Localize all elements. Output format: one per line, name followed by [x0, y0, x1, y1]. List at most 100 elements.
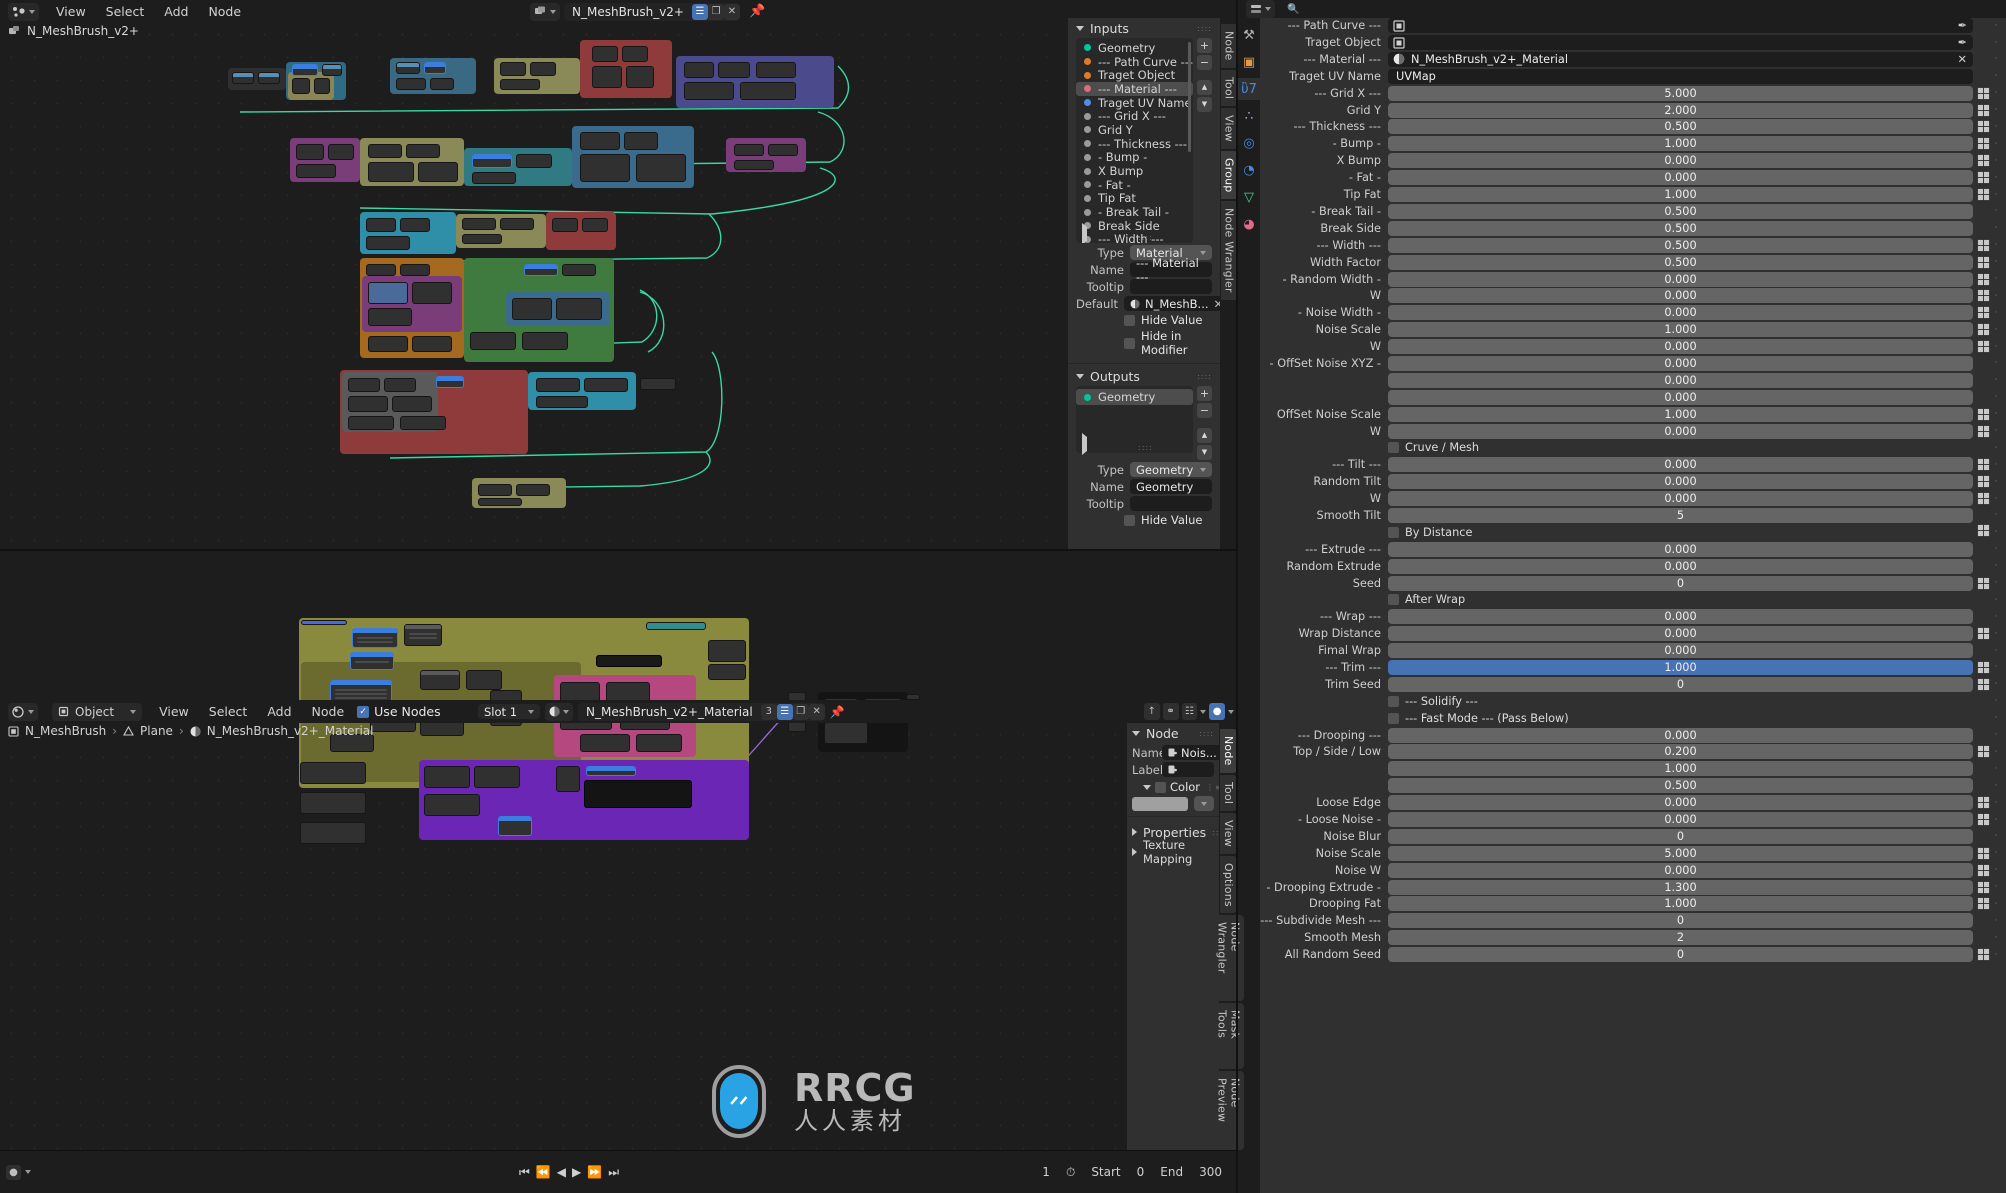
animate-property-icon[interactable] — [1977, 661, 1990, 674]
node[interactable] — [412, 336, 452, 352]
node[interactable] — [684, 62, 714, 78]
animate-property-icon[interactable] — [1977, 188, 1990, 201]
property-number-field[interactable]: 0.200 — [1388, 744, 1973, 760]
particle-properties-tab[interactable]: ∴ — [1238, 105, 1260, 127]
property-decorator[interactable]: · — [1992, 899, 2000, 909]
property-row[interactable]: 0.500 · — [1260, 778, 2000, 794]
animate-property-icon[interactable] — [1977, 475, 1990, 488]
property-text-field[interactable]: UVMap — [1388, 68, 1973, 84]
property-row[interactable]: Random Extrude 0.000 · — [1260, 558, 2000, 574]
animate-property-icon[interactable] — [1977, 864, 1990, 877]
node[interactable] — [768, 144, 798, 156]
property-number-field[interactable]: 0.000 — [1388, 457, 1973, 473]
list-item[interactable]: Tip Fat — [1076, 191, 1193, 205]
list-item[interactable]: Break Side — [1076, 219, 1193, 233]
node[interactable] — [368, 282, 408, 304]
node[interactable] — [424, 62, 446, 74]
property-number-field[interactable]: 5.000 — [1388, 85, 1973, 101]
node[interactable] — [296, 164, 336, 178]
play-reverse-icon[interactable]: ◀ — [557, 1165, 566, 1179]
area-splitter-vertical[interactable] — [1236, 0, 1238, 1193]
shader-editor-type-selector[interactable] — [8, 702, 38, 721]
list-item[interactable]: X Bump — [1076, 164, 1193, 178]
modifier-properties-panel[interactable]: --- Path Curve --- ✒ · Traget Object ✒ · --- M… — [1260, 18, 2006, 1193]
property-decorator[interactable]: · — [1992, 578, 2000, 588]
shader-node-graph[interactable] — [0, 618, 1127, 1150]
node-color-row[interactable]: Color ⋮≡ — [1143, 780, 1222, 794]
property-decorator[interactable]: · — [1992, 308, 2000, 318]
shader-n-panel[interactable]: Node :::: Name: Nois... Label: Color ⋮≡ — [1127, 723, 1226, 1150]
list-item[interactable]: - Break Tail - — [1076, 205, 1193, 219]
node[interactable] — [624, 132, 658, 150]
node[interactable] — [556, 298, 602, 320]
object-properties-tab[interactable]: ▣ — [1238, 51, 1260, 73]
animate-property-icon[interactable] — [1977, 256, 1990, 269]
node[interactable] — [314, 78, 330, 94]
property-number-field[interactable]: 0.000 — [1388, 288, 1973, 304]
property-row[interactable]: Noise Scale 5.000 · — [1260, 845, 2000, 861]
node[interactable] — [292, 78, 310, 94]
animate-property-icon[interactable] — [1977, 87, 1990, 100]
node[interactable] — [400, 416, 446, 430]
node[interactable] — [708, 664, 746, 680]
node[interactable] — [718, 62, 750, 78]
property-row[interactable]: - Break Tail - 0.500 · — [1260, 203, 2000, 219]
node[interactable] — [368, 144, 402, 158]
property-row[interactable]: - Noise Width - 0.000 · — [1260, 305, 2000, 321]
animate-property-icon[interactable] — [1977, 678, 1990, 691]
list-item[interactable]: --- Width --- — [1076, 232, 1193, 243]
shader-menu-select[interactable]: Select — [206, 703, 251, 720]
node[interactable] — [300, 822, 366, 844]
property-row[interactable]: Seed 0 · — [1260, 575, 2000, 591]
node[interactable] — [734, 144, 764, 156]
property-number-field[interactable]: 1.000 — [1388, 322, 1973, 338]
material-id-block[interactable]: N_MeshBrush_v2+_Material 3 ☰ ❐ ✕ — [578, 702, 825, 721]
list-expand-arrow[interactable] — [1082, 433, 1087, 455]
node[interactable] — [322, 64, 342, 76]
output-type-dropdown[interactable]: Geometry — [1130, 462, 1212, 477]
node[interactable] — [552, 218, 578, 232]
property-row[interactable]: OffSet Noise Scale 1.000 · — [1260, 406, 2000, 422]
output-tooltip-row[interactable]: Tooltip — [1076, 496, 1212, 511]
property-row[interactable]: - OffSet Noise XYZ - 0.000 · — [1260, 355, 2000, 371]
property-row[interactable]: Noise Scale 1.000 · — [1260, 322, 2000, 338]
node[interactable] — [580, 132, 620, 150]
property-row[interactable]: - Drooping Extrude - 1.300 · — [1260, 879, 2000, 895]
node[interactable] — [500, 79, 540, 90]
node[interactable] — [734, 160, 774, 170]
property-number-field[interactable]: 0.000 — [1388, 339, 1973, 355]
property-number-field[interactable]: 0 — [1388, 575, 1973, 591]
hide-value-row[interactable]: Hide Value — [1124, 313, 1212, 327]
property-row[interactable]: --- Width --- 0.500 · — [1260, 237, 2000, 253]
node-name-field[interactable]: Nois... — [1162, 745, 1223, 760]
property-number-field[interactable]: 0.000 — [1388, 609, 1973, 625]
property-decorator[interactable]: · — [1992, 223, 2000, 233]
property-number-field[interactable]: 0.000 — [1388, 271, 1973, 287]
node[interactable] — [404, 624, 442, 646]
animate-property-icon[interactable] — [1977, 796, 1990, 809]
animate-property-icon[interactable] — [1977, 104, 1990, 117]
physics-properties-tab[interactable]: ◎ — [1238, 132, 1260, 154]
property-checkbox[interactable] — [1388, 594, 1399, 606]
node-color-swatch-row[interactable] — [1132, 796, 1214, 811]
property-decorator[interactable]: · — [1992, 21, 2000, 31]
nodetree-browse-button[interactable] — [530, 2, 560, 21]
node[interactable] — [258, 72, 280, 84]
shader-menu-view[interactable]: View — [156, 703, 192, 720]
node-header-strip[interactable] — [301, 620, 347, 625]
inputs-panel-header[interactable]: Inputs :::: — [1068, 18, 1220, 38]
material-users-count[interactable]: 3 — [760, 703, 777, 720]
property-decorator[interactable]: · — [1992, 325, 2000, 335]
node[interactable] — [824, 722, 868, 744]
property-decorator[interactable]: · — [1992, 342, 2000, 352]
property-decorator[interactable]: · — [1992, 190, 2000, 200]
output-type-row[interactable]: Type Geometry — [1076, 462, 1212, 477]
animate-property-icon[interactable] — [1977, 745, 1990, 758]
property-object-field[interactable]: ✒ — [1388, 18, 1973, 34]
property-decorator[interactable]: · — [1992, 815, 2000, 825]
property-row[interactable]: X Bump 0.000 · — [1260, 153, 2000, 169]
eyedropper-icon[interactable]: ✒ — [1958, 36, 1967, 49]
node[interactable] — [756, 62, 796, 78]
property-decorator[interactable]: · — [1992, 561, 2000, 571]
property-decorator[interactable]: · — [1992, 646, 2000, 656]
